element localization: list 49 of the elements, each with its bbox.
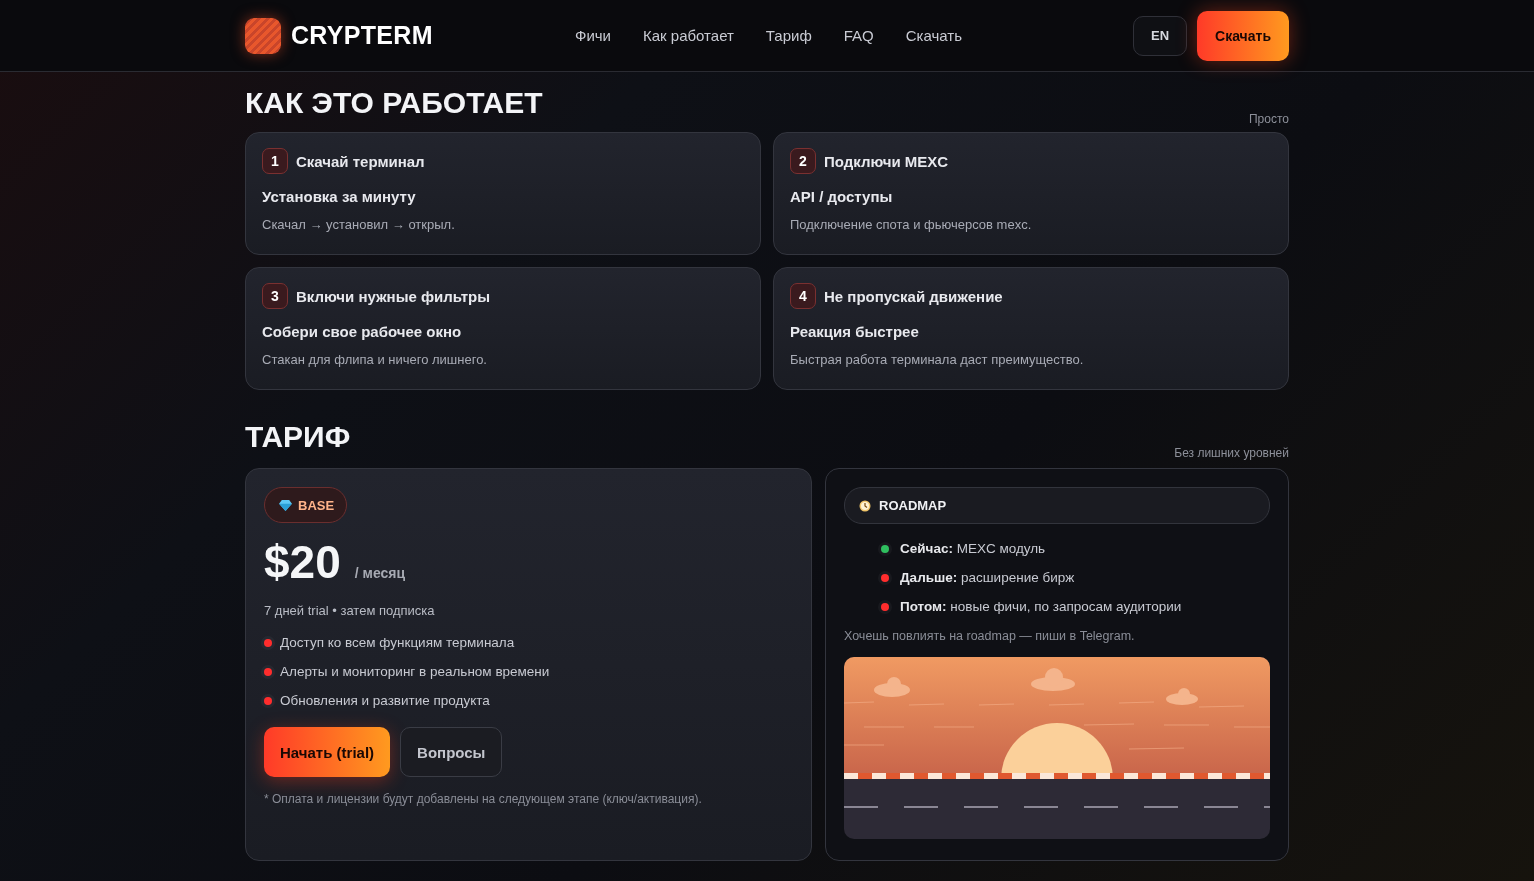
nav-link[interactable]: Фичи (575, 27, 611, 44)
section-tagline: Просто (1249, 112, 1289, 126)
feature-text: Обновления и развитие продукта (280, 693, 490, 708)
bullet-dot (264, 638, 272, 647)
bullet-dot (264, 696, 272, 705)
clock-icon (859, 499, 871, 512)
step-title: Подключи MEXC (824, 152, 949, 170)
bullet-dot (264, 667, 272, 676)
trial-note: 7 дней trial • затем подписка (264, 603, 436, 618)
step-number: 2 (790, 148, 816, 174)
step-description: Быстрая работа терминала даст преимущество. (790, 352, 1085, 367)
roadmap-item: Дальше: расширение бирж (900, 570, 1075, 585)
roadmap-note: Хочешь повлиять на roadmap — пиши в Telegram. (844, 629, 1136, 643)
roadmap-badge: ROADMAP (844, 487, 1270, 524)
step-number: 4 (790, 283, 816, 309)
section-title: КАК ЭТО РАБОТАЕТ (245, 86, 543, 120)
feature-text: Доступ ко всем функциям терминала (280, 635, 515, 650)
nav-link[interactable]: Скачать (905, 27, 962, 44)
section-tagline: Без лишних уровней (1174, 446, 1289, 460)
step-subtitle: Реакция быстрее (790, 323, 920, 340)
step-subtitle: API / доступы (790, 188, 894, 205)
nav-link[interactable]: Как работает (643, 27, 734, 44)
language-button[interactable]: EN (1133, 15, 1188, 56)
logo-text: CRYPTERM (291, 21, 433, 50)
footnote: * Оплата и лицензии будут добавлены на следующем этапе (ключ/активация). (264, 792, 703, 806)
step-description: Подключение спота и фьючерсов mexc. (790, 217, 1033, 232)
step-number: 3 (262, 283, 288, 309)
download-button[interactable]: Скачать (1197, 10, 1289, 61)
diamond-icon (279, 499, 292, 511)
nav-link[interactable]: Тариф (765, 27, 812, 44)
questions-button[interactable]: Вопросы (400, 727, 503, 777)
price-period: / месяц (354, 565, 406, 581)
step-description: Стакан для флипа и ничего лишнего. (262, 352, 488, 367)
logo-icon (245, 17, 281, 54)
step-title: Не пропускай движение (824, 287, 1003, 305)
section-title: ТАРИФ (245, 420, 351, 454)
feature-text: Алерты и мониторинг в реальном времени (280, 664, 550, 679)
step-subtitle: Установка за минуту (262, 188, 417, 205)
plan-badge: BASE (264, 487, 348, 523)
step-title: Включи нужные фильтры (296, 287, 491, 305)
start-trial-button[interactable]: Начать (trial) (264, 727, 391, 777)
price: $20 (264, 535, 341, 589)
step-description: Скачал → установил → открыл. (262, 217, 456, 232)
nav-link[interactable]: FAQ (843, 27, 874, 44)
step-number: 1 (262, 148, 288, 174)
roadmap-item: Сейчас: MEXC модуль (900, 541, 1046, 556)
roadmap-item: Потом: новые фичи, по запросам аудитории (900, 599, 1182, 614)
step-title: Скачай терминал (296, 152, 425, 170)
step-subtitle: Собери свое рабочее окно (262, 323, 463, 340)
